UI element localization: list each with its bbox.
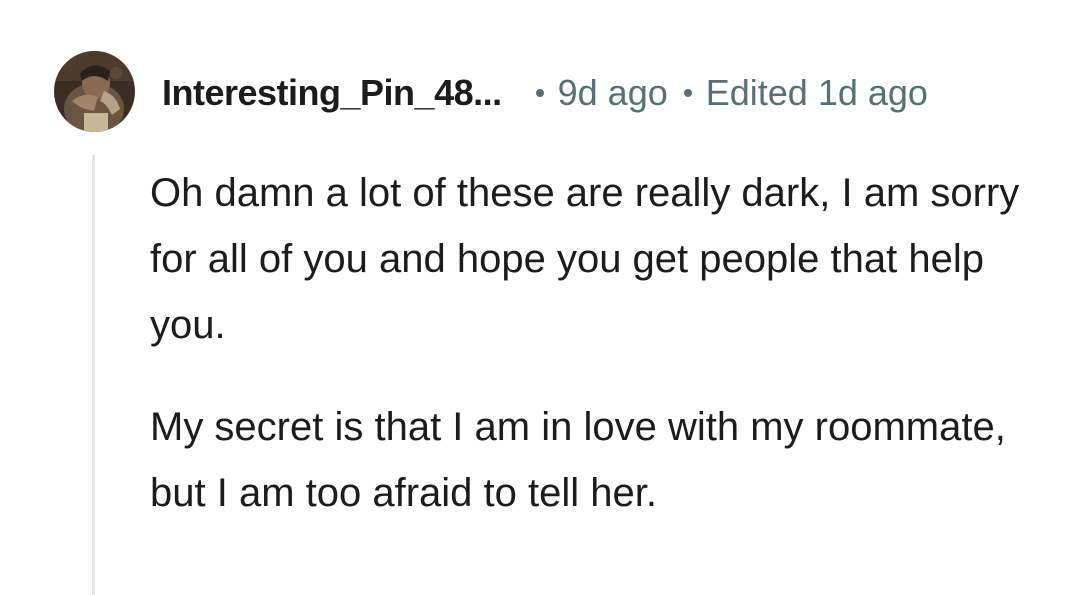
separator-dot-icon (535, 89, 544, 97)
separator-dot-icon (683, 89, 692, 97)
comment: Interesting_Pin_48... 9d ago Edited 1d a… (0, 0, 1079, 595)
timestamp[interactable]: 9d ago (558, 72, 668, 114)
comment-paragraph: Oh damn a lot of these are really dark, … (150, 171, 1020, 347)
edited-label: Edited 1d ago (705, 72, 928, 113)
username-link[interactable]: Interesting_Pin_48... (162, 72, 502, 114)
thread-collapse-line[interactable] (92, 155, 95, 595)
user-avatar-icon[interactable] (54, 51, 135, 132)
avatar-image (54, 51, 135, 132)
comment-paragraph: My secret is that I am in love with my r… (150, 405, 1006, 515)
comment-meta: Interesting_Pin_48... 9d ago Edited 1d a… (162, 70, 928, 116)
comment-body: Oh damn a lot of these are really dark, … (150, 160, 1030, 562)
